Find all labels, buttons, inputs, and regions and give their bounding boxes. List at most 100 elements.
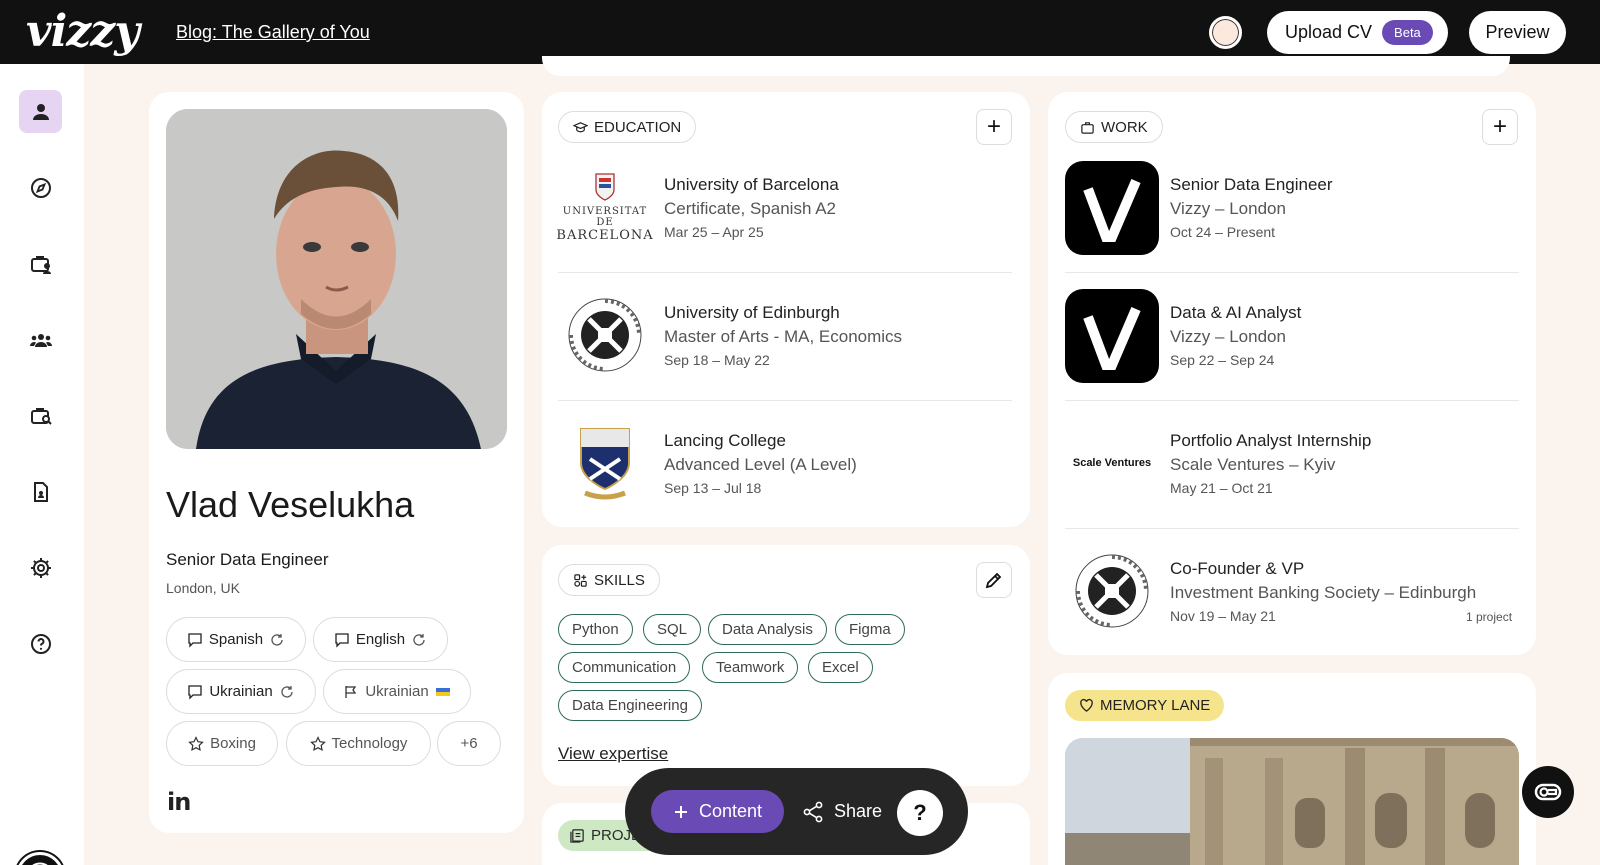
- chip-label: Boxing: [210, 735, 256, 752]
- theme-color-button[interactable]: [1209, 16, 1242, 49]
- chat-icon: [1534, 783, 1562, 801]
- skill-pill[interactable]: Python: [558, 614, 633, 645]
- edit-skills-button[interactable]: [976, 562, 1012, 598]
- education-dates: Sep 18 – May 22: [664, 352, 770, 368]
- interest-chip-technology[interactable]: Technology: [286, 721, 431, 766]
- accessibility-icon: [32, 862, 48, 865]
- skill-pill[interactable]: SQL: [643, 614, 702, 645]
- sidebar-item-community[interactable]: [19, 318, 62, 361]
- share-button[interactable]: Share: [802, 790, 882, 833]
- sidebar-item-documents[interactable]: [19, 470, 62, 513]
- plus-icon: [674, 805, 687, 818]
- work-title[interactable]: Portfolio Analyst Internship: [1170, 431, 1371, 451]
- team-icon: [29, 333, 52, 347]
- briefcase-search-icon: [30, 407, 52, 425]
- work-tag: WORK: [1065, 111, 1163, 143]
- work-title[interactable]: Senior Data Engineer: [1170, 175, 1333, 195]
- memory-photo[interactable]: [1065, 738, 1519, 865]
- education-school[interactable]: Lancing College: [664, 431, 786, 451]
- document-icon: [33, 481, 48, 502]
- work-tag-label: WORK: [1101, 118, 1148, 136]
- skill-pill[interactable]: Data Engineering: [558, 690, 702, 721]
- star-icon: [309, 735, 326, 751]
- edinburgh-logo: [1065, 544, 1159, 638]
- sidebar-item-profile[interactable]: [19, 90, 62, 133]
- barcelona-logo: UNIVERSITAT DE BARCELONA: [556, 160, 654, 254]
- profile-role: Senior Data Engineer: [166, 550, 329, 569]
- profile-location: London, UK: [166, 580, 240, 596]
- profile-photo: [166, 109, 507, 449]
- briefcase-user-icon: [30, 255, 51, 274]
- education-school[interactable]: University of Barcelona: [664, 175, 839, 195]
- interest-chip-boxing[interactable]: Boxing: [166, 721, 278, 766]
- upload-cv-button[interactable]: Upload CV Beta: [1267, 11, 1448, 54]
- blog-link[interactable]: Blog: The Gallery of You: [176, 22, 370, 43]
- add-work-button[interactable]: +: [1482, 109, 1518, 145]
- pencil-icon: [985, 572, 1002, 589]
- work-dates: May 21 – Oct 21: [1170, 480, 1273, 496]
- gear-icon: [30, 557, 51, 578]
- preview-button[interactable]: Preview: [1469, 11, 1566, 54]
- skill-pill[interactable]: Teamwork: [702, 652, 799, 683]
- skill-pill[interactable]: Communication: [558, 652, 691, 683]
- share-label: Share: [834, 801, 883, 821]
- share-icon: [803, 801, 823, 822]
- skill-pill[interactable]: Excel: [808, 652, 873, 683]
- work-org: Vizzy – London: [1170, 327, 1286, 346]
- chat-widget-button[interactable]: [1522, 766, 1574, 818]
- add-content-button[interactable]: Content: [651, 790, 784, 833]
- education-degree: Advanced Level (A Level): [664, 455, 857, 474]
- edinburgh-logo: [558, 288, 652, 382]
- sidebar-item-help[interactable]: [19, 622, 62, 665]
- divider: [1065, 528, 1519, 529]
- language-chip-spanish[interactable]: Spanish: [166, 617, 306, 662]
- refresh-icon: [281, 685, 293, 698]
- education-dates: Sep 13 – Jul 18: [664, 480, 762, 496]
- flag-icon: [345, 685, 357, 698]
- work-org: Vizzy – London: [1170, 199, 1286, 218]
- accessibility-button[interactable]: [16, 852, 64, 865]
- barcelona-logo-line2: BARCELONA: [556, 227, 654, 243]
- education-dates: Mar 25 – Apr 25: [664, 224, 764, 240]
- sidebar-item-discover[interactable]: [19, 166, 62, 209]
- education-tag: EDUCATION: [558, 111, 697, 143]
- work-dates: Nov 19 – May 21: [1170, 608, 1276, 624]
- education-tag-label: EDUCATION: [594, 118, 682, 136]
- speech-icon: [188, 684, 202, 700]
- memory-lane-tag: MEMORY LANE: [1065, 690, 1225, 721]
- sidebar-item-job-search[interactable]: [19, 394, 62, 437]
- star-icon: [188, 735, 204, 751]
- speech-icon: [335, 632, 349, 648]
- linkedin-icon[interactable]: in: [167, 788, 191, 816]
- ukraine-flag-icon: [435, 687, 450, 696]
- education-school[interactable]: University of Edinburgh: [664, 303, 840, 323]
- help-button[interactable]: ?: [897, 790, 943, 836]
- add-education-button[interactable]: +: [976, 109, 1012, 145]
- user-icon: [32, 103, 49, 120]
- skill-pill[interactable]: Data Analysis: [708, 614, 827, 645]
- view-expertise-link[interactable]: View expertise: [558, 744, 668, 764]
- chip-label: Ukrainian: [365, 683, 429, 700]
- vizzy-company-logo: [1065, 161, 1159, 255]
- work-org: Scale Ventures – Kyiv: [1170, 455, 1336, 474]
- language-chip-ukrainian[interactable]: Ukrainian: [166, 669, 316, 714]
- work-title[interactable]: Data & AI Analyst: [1170, 303, 1301, 323]
- sidebar-item-settings[interactable]: [19, 546, 62, 589]
- work-title[interactable]: Co-Founder & VP: [1170, 559, 1304, 579]
- chip-label: Spanish: [208, 631, 264, 648]
- vizzy-logo[interactable]: vizzy: [26, 6, 140, 58]
- scale-ventures-logo: Scale Ventures: [1065, 416, 1159, 510]
- memory-lane-label: MEMORY LANE: [1100, 697, 1211, 714]
- scale-ventures-logo-text: Scale Ventures: [1072, 457, 1152, 469]
- divider: [558, 400, 1012, 401]
- heart-icon: [1080, 698, 1093, 712]
- skills-icon: [574, 573, 587, 587]
- chip-label: Technology: [331, 735, 408, 752]
- nationality-chip-ukrainian[interactable]: Ukrainian: [323, 669, 471, 714]
- language-chip-english[interactable]: English: [313, 617, 448, 662]
- skill-pill[interactable]: Figma: [835, 614, 905, 645]
- project-count[interactable]: 1 project: [1466, 610, 1512, 624]
- more-chips-button[interactable]: +6: [437, 721, 501, 766]
- divider: [558, 272, 1012, 273]
- sidebar-item-jobs[interactable]: [19, 242, 62, 285]
